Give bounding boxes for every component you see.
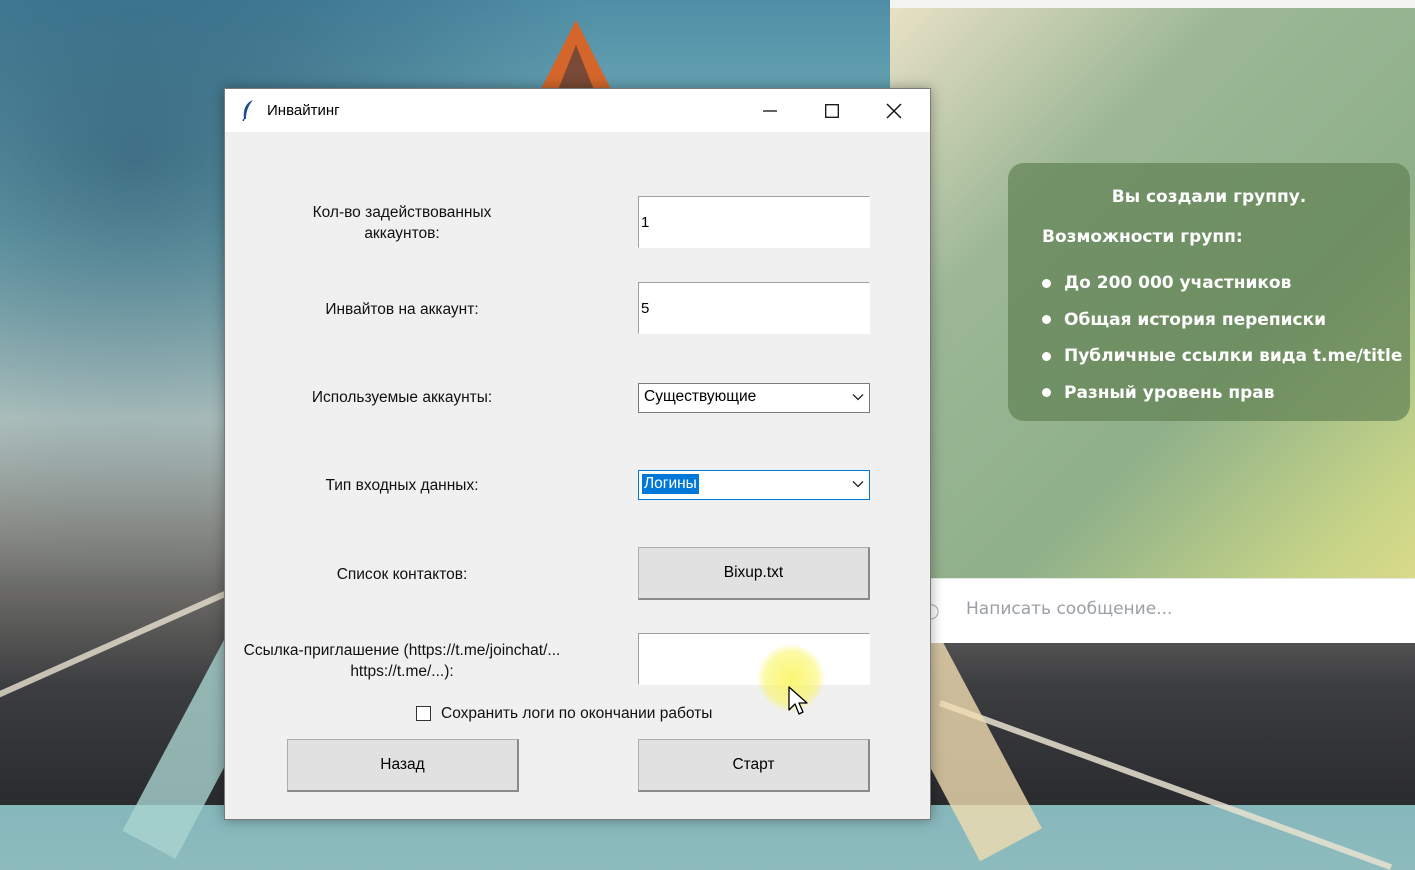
bullet-icon — [1042, 351, 1051, 361]
message-input[interactable]: Написать сообщение... — [966, 599, 1172, 619]
title-bar[interactable]: Инвайтинг — [225, 89, 930, 132]
input-type-value: Логины — [642, 474, 699, 494]
feature-text: Общая история переписки — [1064, 309, 1327, 330]
invites-per-account-input[interactable]: 5 — [638, 282, 870, 334]
close-button[interactable] — [863, 89, 925, 132]
accounts-count-label: Кол-во задействованных аккаунтов: — [312, 204, 492, 242]
service-subtitle: Возможности групп: — [1042, 227, 1243, 247]
used-accounts-label: Используемые аккаунты: — [311, 389, 493, 406]
feature-item: Разный уровень прав — [1042, 375, 1402, 412]
invite-link-input[interactable] — [638, 633, 870, 685]
message-compose-bar[interactable]: ○ Написать сообщение... — [922, 578, 1415, 643]
input-type-label: Тип входных данных: — [325, 477, 479, 494]
used-accounts-select[interactable]: Существующие — [638, 383, 870, 413]
input-type-select[interactable]: Логины — [638, 470, 870, 500]
feature-text: До 200 000 участников — [1064, 273, 1292, 294]
save-logs-checkbox[interactable] — [416, 706, 431, 721]
invite-link-label: Ссылка-приглашение (https://t.me/joincha… — [243, 642, 561, 680]
chevron-down-icon[interactable] — [851, 390, 865, 404]
contacts-list-label: Список контактов: — [336, 566, 468, 583]
group-created-service-message: Вы создали группу. Возможности групп: До… — [1008, 163, 1410, 421]
accounts-count-input[interactable]: 1 — [638, 196, 870, 248]
bullet-icon — [1042, 278, 1051, 288]
chevron-down-icon[interactable] — [851, 477, 865, 491]
back-button[interactable]: Назад — [287, 739, 519, 792]
used-accounts-value: Существующие — [644, 388, 757, 405]
mouse-pointer-icon — [788, 686, 808, 715]
inviting-dialog: Инвайтинг Кол-во задействованных аккаунт… — [224, 88, 931, 820]
start-button[interactable]: Старт — [638, 739, 870, 792]
save-logs-label[interactable]: Сохранить логи по окончании работы — [441, 705, 712, 723]
close-icon — [886, 103, 902, 118]
bullet-icon — [1042, 315, 1051, 325]
maximize-button[interactable] — [801, 89, 863, 132]
feature-item: Публичные ссылки вида t.me/title — [1042, 338, 1402, 375]
feature-item: До 200 000 участников — [1042, 265, 1402, 302]
maximize-icon — [825, 103, 839, 118]
group-features-list: До 200 000 участников Общая история пере… — [1042, 265, 1402, 411]
feather-icon — [242, 100, 253, 121]
feature-item: Общая история переписки — [1042, 302, 1402, 339]
service-title: Вы создали группу. — [1111, 187, 1307, 207]
feature-text: Разный уровень прав — [1064, 382, 1275, 403]
telegram-chat-window: Вы создали группу. Возможности групп: До… — [890, 0, 1415, 643]
feature-text: Публичные ссылки вида t.me/title — [1064, 346, 1403, 367]
contacts-file-button[interactable]: Bixup.txt — [638, 547, 870, 600]
minimize-icon — [763, 109, 777, 112]
window-title: Инвайтинг — [267, 102, 340, 119]
minimize-button[interactable] — [739, 89, 801, 132]
telegram-top-strip — [890, 0, 1415, 8]
invites-per-account-label: Инвайтов на аккаунт: — [325, 301, 479, 318]
bullet-icon — [1042, 388, 1051, 398]
